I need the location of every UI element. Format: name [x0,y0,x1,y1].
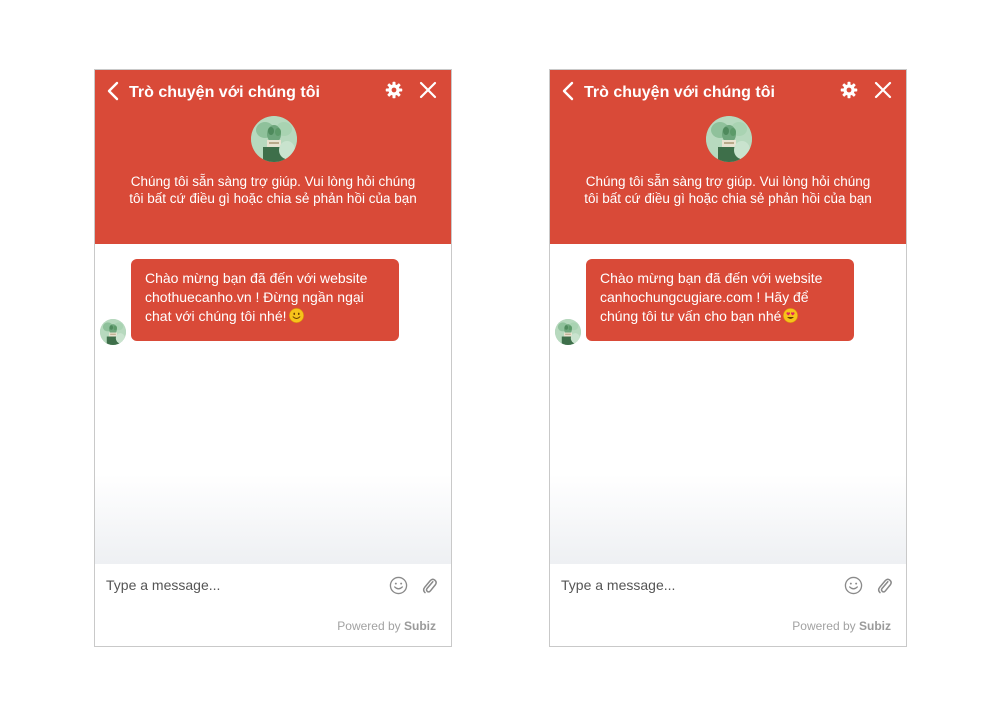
message-line: canhochungcugiare.com ! Hãy để [600,289,809,305]
back-arrow-icon[interactable] [105,80,123,102]
message-line: chúng tôi tư vấn cho bạn nhé [600,307,840,326]
agent-avatar [251,116,297,162]
message-line-text: chúng tôi tư vấn cho bạn nhé [600,308,782,324]
message-avatar [100,319,126,345]
message-avatar [555,319,581,345]
brand-link[interactable]: Subiz [404,619,436,633]
welcome-message-bubble: Chào mừng bạn đã đến với website chothue… [131,259,399,341]
composer [95,564,451,608]
powered-by-prefix: Powered by [337,619,401,633]
chat-tagline: Chúng tôi sẵn sàng trợ giúp. Vui lòng hỏ… [113,173,433,207]
powered-by: Powered by Subiz [792,619,891,633]
chat-widget: Trò chuyện với chúng tôi Chúng tôi sẵn s… [94,69,452,647]
gear-icon[interactable] [385,81,403,99]
tagline-line: tôi bất cứ điều gì hoặc chia sẻ phản hồi… [584,191,872,206]
message-line: chothuecanho.vn ! Đừng ngần ngại [145,289,364,305]
gear-icon[interactable] [840,81,858,99]
chat-header: Trò chuyện với chúng tôi Chúng tôi sẵn s… [95,70,451,244]
message-line: Chào mừng bạn đã đến với website [600,270,823,286]
agent-avatar [706,116,752,162]
welcome-message-bubble: Chào mừng bạn đã đến với website canhoch… [586,259,854,341]
emoji-picker-icon[interactable] [389,576,408,595]
back-arrow-icon[interactable] [560,80,578,102]
message-input[interactable] [106,574,366,596]
tagline-line: Chúng tôi sẵn sàng trợ giúp. Vui lòng hỏ… [130,174,416,189]
message-list: Chào mừng bạn đã đến với website canhoch… [550,244,906,564]
composer [550,564,906,608]
message-list: Chào mừng bạn đã đến với website chothue… [95,244,451,564]
brand-link[interactable]: Subiz [859,619,891,633]
message-input[interactable] [561,574,821,596]
powered-by: Powered by Subiz [337,619,436,633]
heart-eyes-face-icon [783,308,799,323]
chat-header: Trò chuyện với chúng tôi Chúng tôi sẵn s… [550,70,906,244]
smiling-face-icon [288,308,304,323]
message-line: chat với chúng tôi nhé! [145,307,385,326]
tagline-line: tôi bất cứ điều gì hoặc chia sẻ phản hồi… [129,191,417,206]
message-line: Chào mừng bạn đã đến với website [145,270,368,286]
chat-title: Trò chuyện với chúng tôi [129,84,320,101]
tagline-line: Chúng tôi sẵn sàng trợ giúp. Vui lòng hỏ… [585,174,871,189]
chat-title: Trò chuyện với chúng tôi [584,84,775,101]
chat-tagline: Chúng tôi sẵn sàng trợ giúp. Vui lòng hỏ… [568,173,888,207]
powered-by-prefix: Powered by [792,619,856,633]
chat-widget: Trò chuyện với chúng tôi Chúng tôi sẵn s… [549,69,907,647]
close-icon[interactable] [874,81,892,99]
attachment-icon[interactable] [421,576,438,595]
emoji-picker-icon[interactable] [844,576,863,595]
close-icon[interactable] [419,81,437,99]
message-line-text: chat với chúng tôi nhé! [145,308,287,324]
attachment-icon[interactable] [876,576,893,595]
